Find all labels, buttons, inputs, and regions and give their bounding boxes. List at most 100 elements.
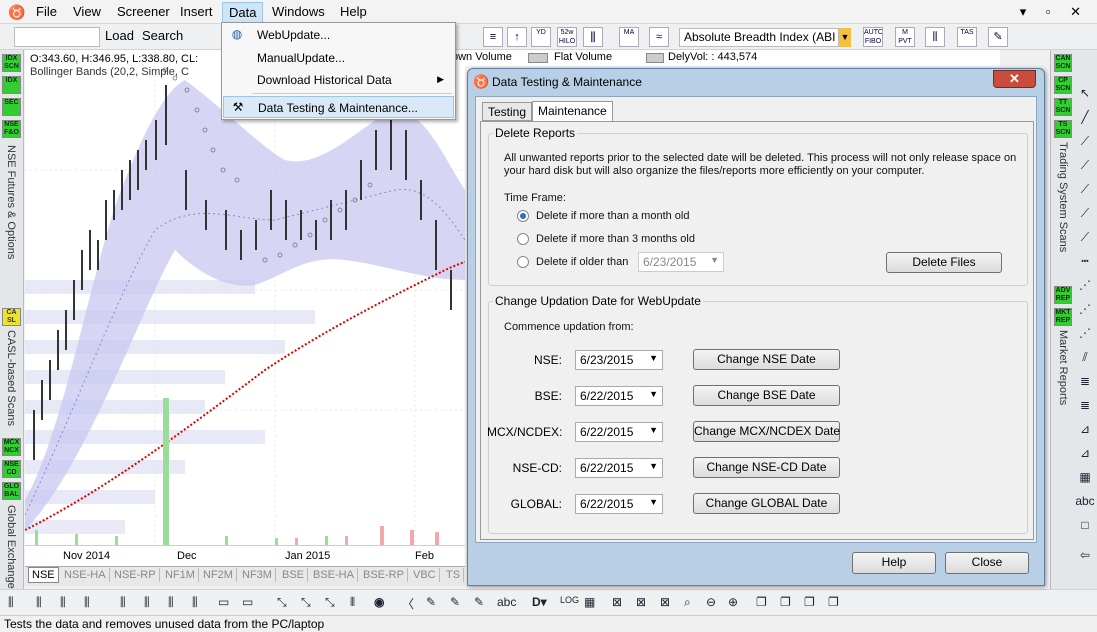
tab-bse-ha[interactable]: BSE-HA: [310, 568, 358, 582]
tab-bse[interactable]: BSE: [279, 568, 309, 582]
line-tool-icon[interactable]: ⟋: [1075, 182, 1095, 200]
mkt-rep-icon[interactable]: MKT REP: [1054, 308, 1072, 326]
tab-bse-rp[interactable]: BSE-RP: [360, 568, 408, 582]
nse-cd-icon[interactable]: NSE CD: [2, 460, 21, 478]
cursor-icon[interactable]: ⤡: [277, 595, 287, 610]
change-nse-cd-date-button[interactable]: Change NSE-CD Date: [693, 457, 840, 478]
mcx-icon[interactable]: MCX NCX: [2, 438, 21, 456]
idx-scan-icon[interactable]: IDX SCN: [2, 54, 21, 72]
mcx-date-picker[interactable]: 6/22/2015 ▼: [575, 422, 663, 442]
price-chart[interactable]: [25, 50, 465, 567]
arrow-icon[interactable]: 〈: [402, 595, 414, 612]
fan-icon[interactable]: ⋰: [1075, 302, 1095, 320]
copy-icon[interactable]: ❐: [780, 595, 791, 609]
copy-icon[interactable]: ❐: [828, 595, 839, 609]
change-global-date-button[interactable]: Change GLOBAL Date: [693, 493, 840, 514]
nse-fo-icon[interactable]: NSE F&O: [2, 120, 21, 138]
bse-date-picker[interactable]: 6/22/2015 ▼: [575, 386, 663, 406]
tab-nf1m[interactable]: NF1M: [162, 568, 199, 582]
bars-icon[interactable]: ⫼: [925, 27, 945, 47]
menu-insert[interactable]: Insert: [180, 4, 213, 19]
pvt-icon[interactable]: M PVT: [895, 27, 915, 47]
menu-help[interactable]: Help: [340, 4, 367, 19]
draw-icon[interactable]: ✎: [450, 595, 460, 609]
symbol-input[interactable]: [14, 27, 100, 47]
line-tool-icon[interactable]: ⟋: [1075, 134, 1095, 152]
gann-icon[interactable]: ⊿: [1075, 446, 1095, 464]
cursor-icon[interactable]: ⤡: [325, 595, 335, 610]
radio-3-months[interactable]: [517, 233, 529, 245]
yd-icon[interactable]: YD: [531, 27, 551, 47]
change-nse-date-button[interactable]: Change NSE Date: [693, 349, 840, 370]
layout-icon[interactable]: ▭: [218, 595, 229, 609]
close-icon[interactable]: ✕: [993, 70, 1036, 88]
casl-scans-label[interactable]: CASL-based Scans: [5, 330, 17, 426]
menu-screener[interactable]: Screener: [117, 4, 170, 19]
window-controls[interactable]: ▾ ▫ ✕: [1020, 4, 1089, 20]
market-reports-label[interactable]: Market Reports: [1057, 330, 1069, 405]
tab-nf2m[interactable]: NF2M: [200, 568, 237, 582]
line-tool-icon[interactable]: ⟋: [1075, 158, 1095, 176]
autofibo-icon[interactable]: AUTO FIBO: [863, 27, 883, 47]
play-icon[interactable]: ◉: [374, 595, 384, 609]
candle-icon[interactable]: ⫼: [583, 27, 603, 47]
global-date-picker[interactable]: 6/22/2015 ▼: [575, 494, 663, 514]
search-button[interactable]: Search: [142, 28, 183, 43]
nse-date-picker[interactable]: 6/23/2015 ▼: [575, 350, 663, 370]
log-icon[interactable]: LOG: [560, 595, 579, 605]
delete-date-picker[interactable]: 6/23/2015 ▼: [638, 252, 724, 272]
trading-system-scans-label[interactable]: Trading System Scans: [1057, 142, 1069, 252]
band-icon[interactable]: ≈: [649, 27, 669, 47]
menu-file[interactable]: File: [36, 4, 57, 19]
chevron-down-icon[interactable]: ▼: [839, 28, 851, 47]
columns-icon[interactable]: ⫴: [350, 595, 355, 610]
menu-view[interactable]: View: [73, 4, 101, 19]
radio-label[interactable]: Delete if older than: [536, 256, 628, 268]
casl-icon[interactable]: CA SL: [2, 308, 21, 326]
tab-testing[interactable]: Testing: [482, 102, 533, 121]
global-exchanges-label[interactable]: Global Exchanges: [5, 505, 17, 594]
indicator-select[interactable]: Absolute Breadth Index (ABI: [679, 28, 839, 47]
fib-icon[interactable]: ≣: [1075, 398, 1095, 416]
nse-futures-options-label[interactable]: NSE Futures & Options: [5, 145, 17, 259]
arrow-icon[interactable]: ⇦: [1075, 548, 1095, 566]
ohlc-icon[interactable]: ⫼: [144, 595, 150, 610]
zoom-in-icon[interactable]: ⊕: [728, 595, 738, 609]
bar-chart-icon[interactable]: ⫼: [84, 595, 90, 610]
global-icon[interactable]: GLO BAL: [2, 482, 21, 500]
load-button[interactable]: Load: [105, 28, 134, 43]
radio-label[interactable]: Delete if more than 3 months old: [536, 233, 695, 245]
tab-nse-rp[interactable]: NSE-RP: [111, 568, 160, 582]
adv-rep-icon[interactable]: ADV REP: [1054, 286, 1072, 304]
zoom-icon[interactable]: ⊠: [636, 595, 646, 609]
tab-vbc[interactable]: VBC: [410, 568, 440, 582]
zoom-icon[interactable]: ⊠: [612, 595, 622, 609]
ohlc-icon[interactable]: ⫼: [192, 595, 198, 610]
draw-icon[interactable]: ✎: [474, 595, 484, 609]
ohlc-icon[interactable]: ⫼: [120, 595, 126, 610]
radio-month[interactable]: [517, 210, 529, 222]
text-icon[interactable]: abc: [497, 595, 516, 609]
draw-icon[interactable]: ✎: [426, 595, 436, 609]
tab-ts[interactable]: TS: [443, 568, 465, 582]
can-scan-icon[interactable]: CAN SCN: [1054, 54, 1072, 72]
menu-item-data-testing[interactable]: ⚒ Data Testing & Maintenance...: [223, 96, 454, 118]
radio-older-than[interactable]: [517, 256, 529, 268]
hilo-icon[interactable]: 52w HILO: [557, 27, 577, 47]
menu-item-manualupdate[interactable]: ManualUpdate...: [223, 47, 454, 69]
bar-chart-icon[interactable]: ⫼: [60, 595, 66, 610]
help-button[interactable]: Help: [852, 552, 936, 574]
idx-icon[interactable]: IDX: [2, 76, 21, 94]
pointer-icon[interactable]: ↖: [1075, 86, 1095, 104]
menu-item-webupdate[interactable]: ◍ WebUpdate...: [223, 24, 454, 46]
bar-chart-icon[interactable]: ⫼: [36, 595, 42, 610]
line-tool-icon[interactable]: ⟋: [1075, 230, 1095, 248]
delete-files-button[interactable]: Delete Files: [886, 252, 1002, 273]
change-bse-date-button[interactable]: Change BSE Date: [693, 385, 840, 406]
fan-icon[interactable]: ⋰: [1075, 278, 1095, 296]
trendline-icon[interactable]: ╱: [1075, 110, 1095, 128]
d-icon[interactable]: D▾: [532, 595, 547, 609]
copy-icon[interactable]: ❐: [756, 595, 767, 609]
hline-icon[interactable]: ┅: [1075, 254, 1095, 272]
cp-scan-icon[interactable]: CP SCN: [1054, 76, 1072, 94]
